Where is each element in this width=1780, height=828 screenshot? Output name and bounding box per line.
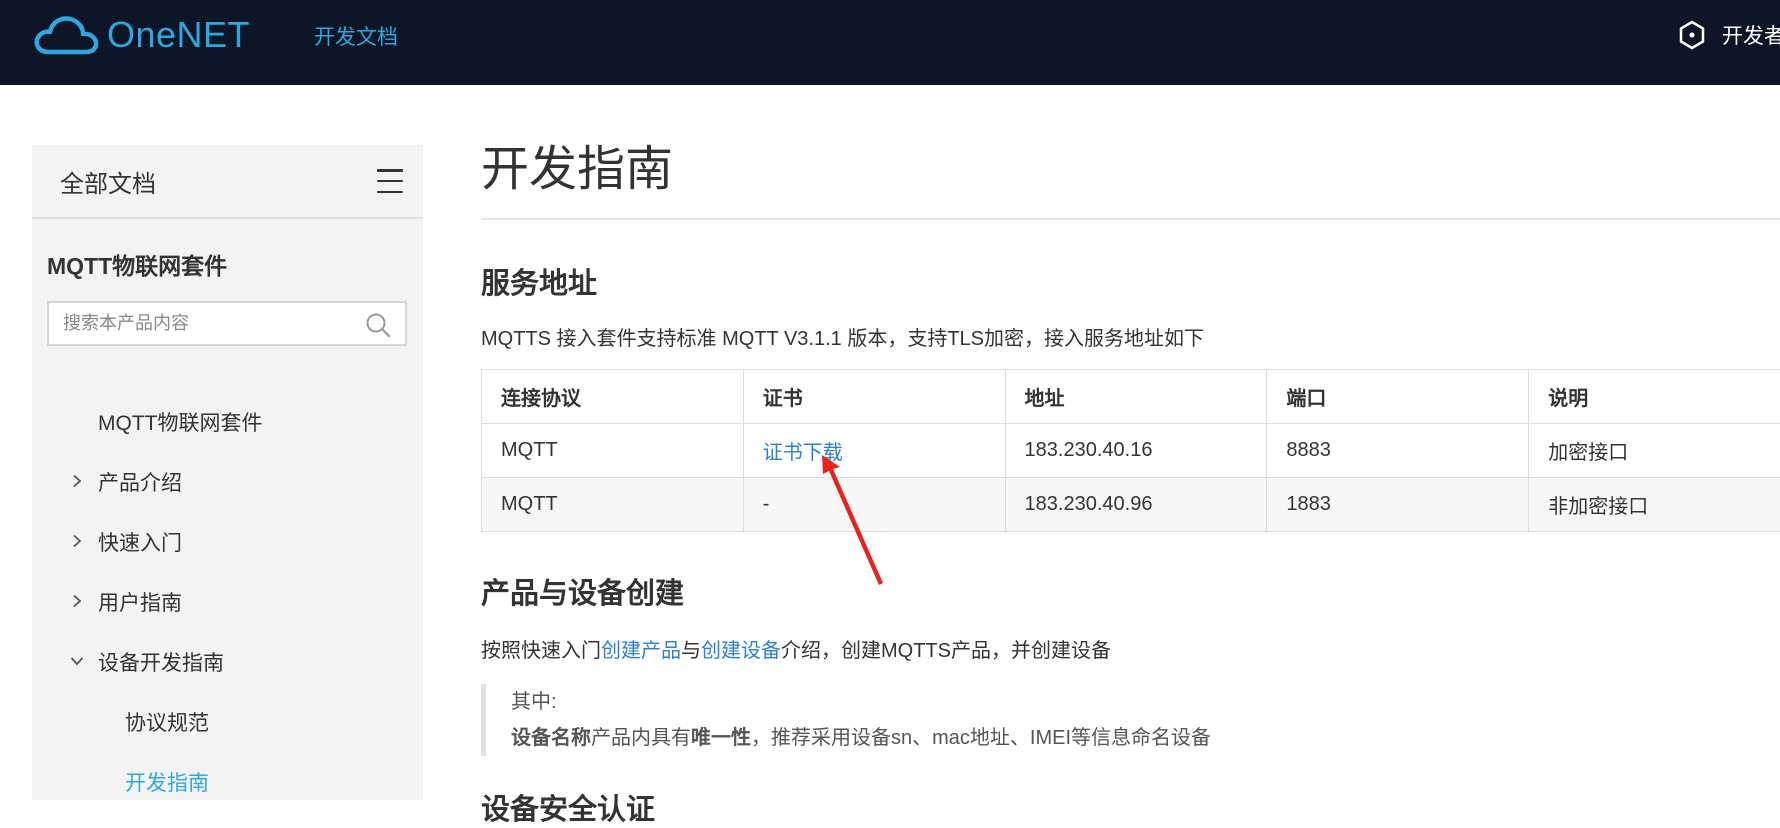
- sidebar-header: 全部文档: [32, 145, 423, 219]
- developer-center[interactable]: 开发者: [1676, 19, 1780, 51]
- sidebar-item-label: 快速入门: [98, 527, 182, 557]
- create-device-link[interactable]: 创建设备: [701, 640, 781, 662]
- service-address-table: 连接协议 证书 地址 端口 说明 MQTT 证书下载 183.230.40.16…: [481, 369, 1780, 532]
- sidebar-item-label: MQTT物联网套件: [98, 407, 262, 437]
- column-header: 说明: [1529, 370, 1780, 424]
- sidebar-item-label: 开发指南: [125, 767, 209, 797]
- column-header: 连接协议: [482, 370, 744, 424]
- sidebar-item-quick-start[interactable]: 快速入门: [32, 512, 423, 572]
- note-text: 产品内具有: [591, 727, 691, 749]
- column-header: 端口: [1267, 370, 1529, 424]
- column-header: 证书: [743, 370, 1005, 424]
- note-blockquote: 其中: 设备名称产品内具有唯一性，推荐采用设备sn、mac地址、IMEI等信息命…: [481, 684, 1780, 756]
- annotation-arrow-icon: [820, 455, 900, 595]
- chevron-right-icon: [70, 534, 84, 548]
- table-cell: 1883: [1267, 478, 1529, 532]
- search-input[interactable]: [49, 303, 405, 344]
- table-cell: 非加密接口: [1529, 478, 1780, 532]
- cloud-logo-icon: [31, 12, 101, 58]
- divider: [481, 218, 1780, 220]
- nav-dev-docs[interactable]: 开发文档: [314, 21, 398, 51]
- product-title: MQTT物联网套件: [47, 247, 423, 281]
- note-bold-device-name: 设备名称: [511, 727, 591, 749]
- step-text: 按照快速入门创建产品与创建设备介绍，创建MQTTS产品，并创建设备: [481, 636, 1780, 666]
- sidebar-item-label: 产品介绍: [98, 467, 182, 497]
- main-content: 开发指南 服务地址 MQTTS 接入套件支持标准 MQTT V3.1.1 版本，…: [481, 135, 1780, 828]
- sidebar-item-user-guide[interactable]: 用户指南: [32, 572, 423, 632]
- section-heading-device-auth: 设备安全认证: [481, 786, 1780, 828]
- top-navbar: OneNET 开发文档 开发者: [0, 0, 1780, 85]
- logo-text: OneNET: [107, 14, 250, 56]
- search-icon[interactable]: [365, 312, 391, 338]
- chevron-right-icon: [70, 474, 84, 488]
- sidebar-item-label: 协议规范: [125, 707, 209, 737]
- sidebar-item-protocol-spec[interactable]: 协议规范: [32, 692, 423, 752]
- page-title: 开发指南: [481, 135, 1780, 218]
- table-row: MQTT 证书下载 183.230.40.16 8883 加密接口: [482, 424, 1780, 478]
- table-header-row: 连接协议 证书 地址 端口 说明: [482, 370, 1780, 424]
- service-intro-text: MQTTS 接入套件支持标准 MQTT V3.1.1 版本，支持TLS加密，接入…: [481, 324, 1780, 354]
- doc-sidebar: 全部文档 MQTT物联网套件 MQTT物联网套件 产品介绍 快速入门: [32, 145, 423, 800]
- column-header: 地址: [1005, 370, 1267, 424]
- doc-tree: MQTT物联网套件 产品介绍 快速入门 用户指南 设备开发指南: [32, 392, 423, 812]
- menu-icon[interactable]: [377, 169, 403, 193]
- note-label: 其中:: [511, 684, 1780, 720]
- note-text: ，推荐采用设备sn、mac地址、IMEI等信息命名设备: [751, 727, 1211, 749]
- table-cell: 183.230.40.96: [1005, 478, 1267, 532]
- table-cell: 8883: [1267, 424, 1529, 478]
- onenet-logo[interactable]: OneNET: [31, 12, 250, 58]
- sidebar-item-label: 用户指南: [98, 587, 182, 617]
- table-cell: MQTT: [482, 478, 744, 532]
- table-cell: MQTT: [482, 424, 744, 478]
- step-suffix: 介绍，创建MQTTS产品，并创建设备: [781, 640, 1111, 662]
- table-row: MQTT - 183.230.40.96 1883 非加密接口: [482, 478, 1780, 532]
- note-body: 设备名称产品内具有唯一性，推荐采用设备sn、mac地址、IMEI等信息命名设备: [511, 720, 1780, 756]
- sidebar-item-product-intro[interactable]: 产品介绍: [32, 452, 423, 512]
- create-product-link[interactable]: 创建产品: [601, 640, 681, 662]
- step-prefix: 按照快速入门: [481, 640, 601, 662]
- table-cell: 加密接口: [1529, 424, 1780, 478]
- all-docs-title[interactable]: 全部文档: [60, 164, 156, 199]
- table-cell: 183.230.40.16: [1005, 424, 1267, 478]
- sidebar-item-mqtt-suite[interactable]: MQTT物联网套件: [32, 392, 423, 452]
- chevron-right-icon: [70, 594, 84, 608]
- sidebar-item-dev-guide[interactable]: 开发指南: [32, 752, 423, 812]
- developer-label: 开发者: [1722, 20, 1780, 50]
- step-mid: 与: [681, 640, 701, 662]
- hexagon-icon: [1676, 19, 1708, 51]
- sidebar-item-device-dev-guide[interactable]: 设备开发指南: [32, 632, 423, 692]
- chevron-down-icon: [70, 654, 84, 668]
- sidebar-item-label: 设备开发指南: [98, 647, 224, 677]
- section-heading-product-device: 产品与设备创建: [481, 570, 1780, 612]
- note-bold-uniqueness: 唯一性: [691, 727, 751, 749]
- search-box: [47, 301, 407, 346]
- section-heading-service-address: 服务地址: [481, 260, 1780, 302]
